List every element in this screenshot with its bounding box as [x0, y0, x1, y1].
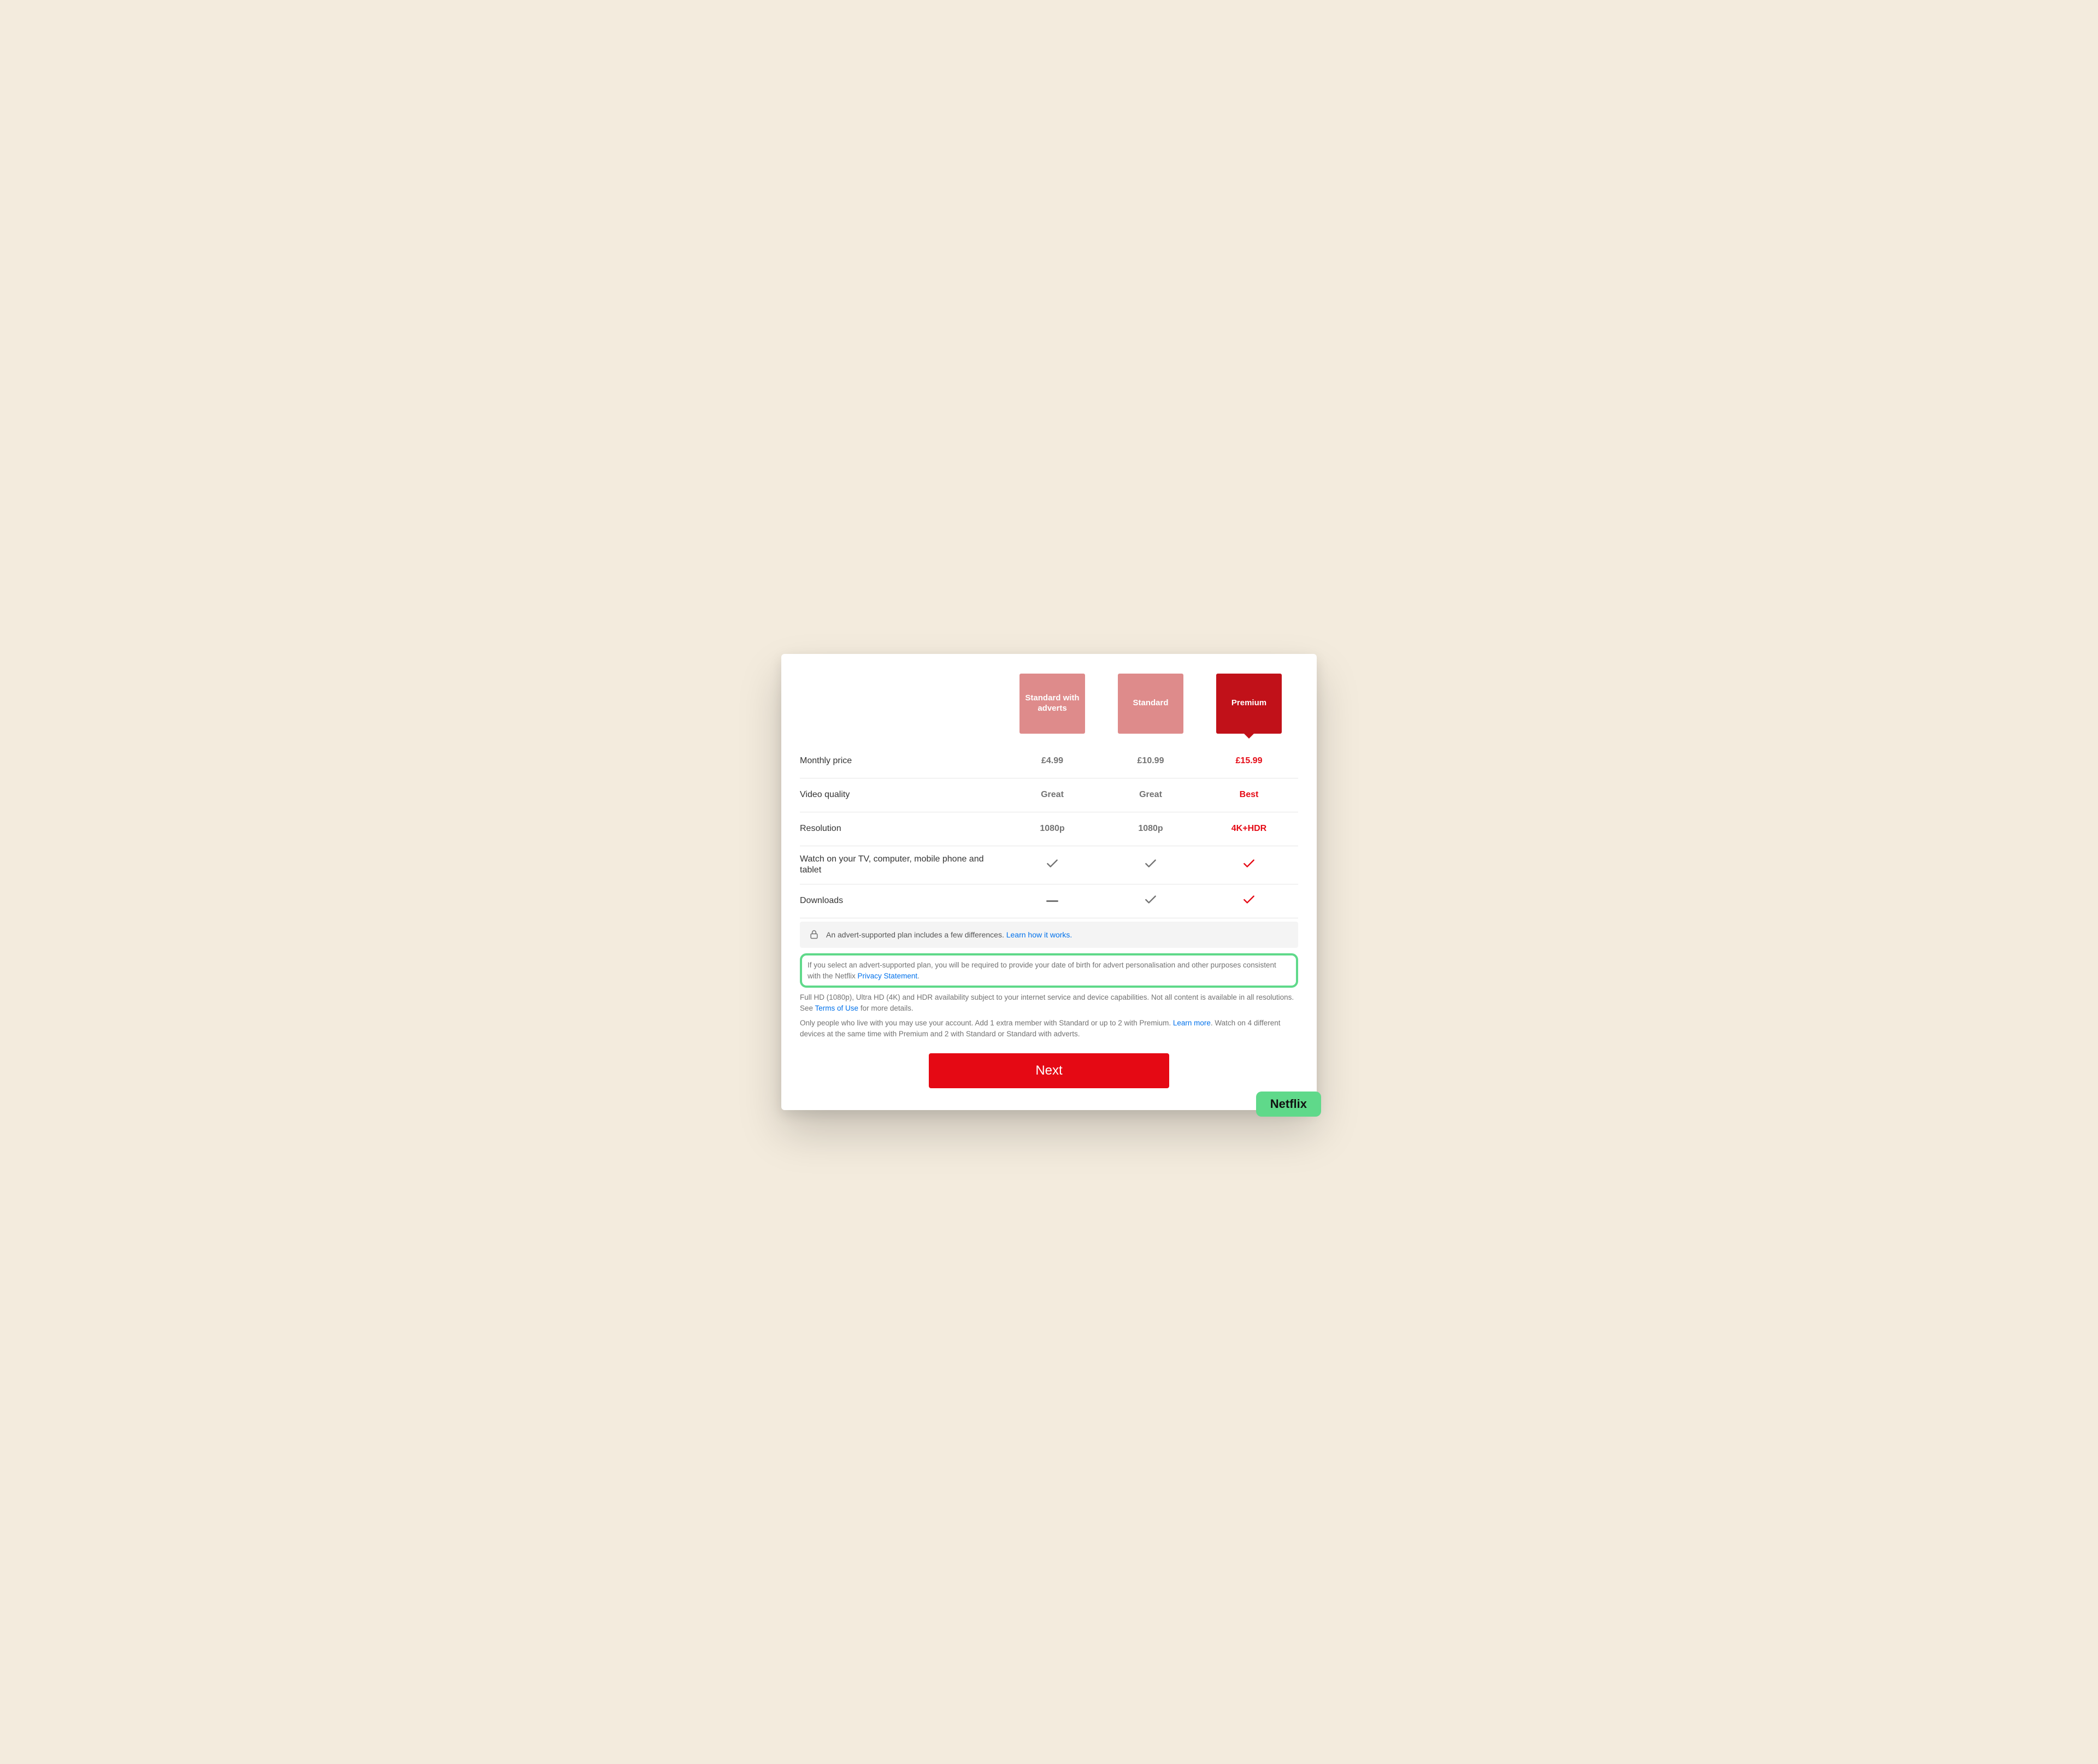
- terms-of-use-link[interactable]: Terms of Use: [815, 1004, 859, 1012]
- dash-icon: [1046, 900, 1058, 902]
- plan-option-standard[interactable]: Standard: [1118, 674, 1183, 734]
- quality-standard: Great: [1101, 790, 1200, 800]
- price-standard-adverts: £4.99: [1003, 756, 1101, 766]
- row-label: Monthly price: [800, 756, 1003, 767]
- devices-premium: [1200, 857, 1298, 874]
- highlighted-disclaimer: If you select an advert-supported plan, …: [800, 953, 1298, 988]
- learn-more-link[interactable]: Learn more: [1173, 1019, 1211, 1027]
- downloads-premium: [1200, 893, 1298, 910]
- row-downloads: Downloads: [800, 884, 1298, 918]
- next-button-wrap: Next: [800, 1053, 1298, 1088]
- advert-info-strip: An advert-supported plan includes a few …: [800, 922, 1298, 948]
- disclaimers: Full HD (1080p), Ultra HD (4K) and HDR a…: [800, 992, 1298, 1039]
- resolution-standard: 1080p: [1101, 824, 1200, 834]
- row-devices: Watch on your TV, computer, mobile phone…: [800, 846, 1298, 885]
- plan-option-standard-adverts[interactable]: Standard with adverts: [1019, 674, 1085, 734]
- check-icon: [1242, 893, 1256, 907]
- devices-standard-adverts: [1003, 857, 1101, 874]
- price-premium: £15.99: [1200, 756, 1298, 766]
- row-price: Monthly price £4.99 £10.99 £15.99: [800, 745, 1298, 778]
- check-icon: [1242, 857, 1256, 871]
- row-label: Resolution: [800, 823, 1003, 835]
- disclaimer-line-1: Full HD (1080p), Ultra HD (4K) and HDR a…: [800, 992, 1298, 1013]
- plan-option-premium[interactable]: Premium: [1216, 674, 1282, 734]
- devices-standard: [1101, 857, 1200, 874]
- row-resolution: Resolution 1080p 1080p 4K+HDR: [800, 812, 1298, 846]
- quality-standard-adverts: Great: [1003, 790, 1101, 800]
- check-icon: [1144, 893, 1158, 907]
- check-icon: [1045, 857, 1059, 871]
- row-label: Watch on your TV, computer, mobile phone…: [800, 854, 1003, 877]
- privacy-statement-link[interactable]: Privacy Statement: [858, 972, 918, 980]
- row-label: Video quality: [800, 789, 1003, 801]
- downloads-standard-adverts: [1003, 896, 1101, 906]
- highlight-text-post: .: [917, 972, 920, 980]
- learn-how-link[interactable]: Learn how it works.: [1006, 930, 1072, 939]
- row-quality: Video quality Great Great Best: [800, 778, 1298, 812]
- disclaimer2-pre: Only people who live with you may use yo…: [800, 1019, 1173, 1027]
- advert-info-content: An advert-supported plan includes a few …: [826, 930, 1072, 939]
- disclaimer-line-2: Only people who live with you may use yo…: [800, 1018, 1298, 1039]
- downloads-standard: [1101, 893, 1200, 910]
- brand-badge: Netflix: [1256, 1092, 1321, 1117]
- header-spacer: [800, 674, 1003, 734]
- row-label: Downloads: [800, 895, 1003, 907]
- disclaimer1-post: for more details.: [858, 1004, 914, 1012]
- resolution-premium: 4K+HDR: [1200, 824, 1298, 834]
- advert-info-text: An advert-supported plan includes a few …: [826, 930, 1004, 939]
- resolution-standard-adverts: 1080p: [1003, 824, 1101, 834]
- quality-premium: Best: [1200, 790, 1298, 800]
- price-standard: £10.99: [1101, 756, 1200, 766]
- plan-selection-card: Standard with adverts Standard Premium M…: [781, 654, 1317, 1111]
- check-icon: [1144, 857, 1158, 871]
- plan-header-row: Standard with adverts Standard Premium: [800, 674, 1298, 745]
- next-button[interactable]: Next: [929, 1053, 1169, 1088]
- lock-icon: [809, 929, 820, 940]
